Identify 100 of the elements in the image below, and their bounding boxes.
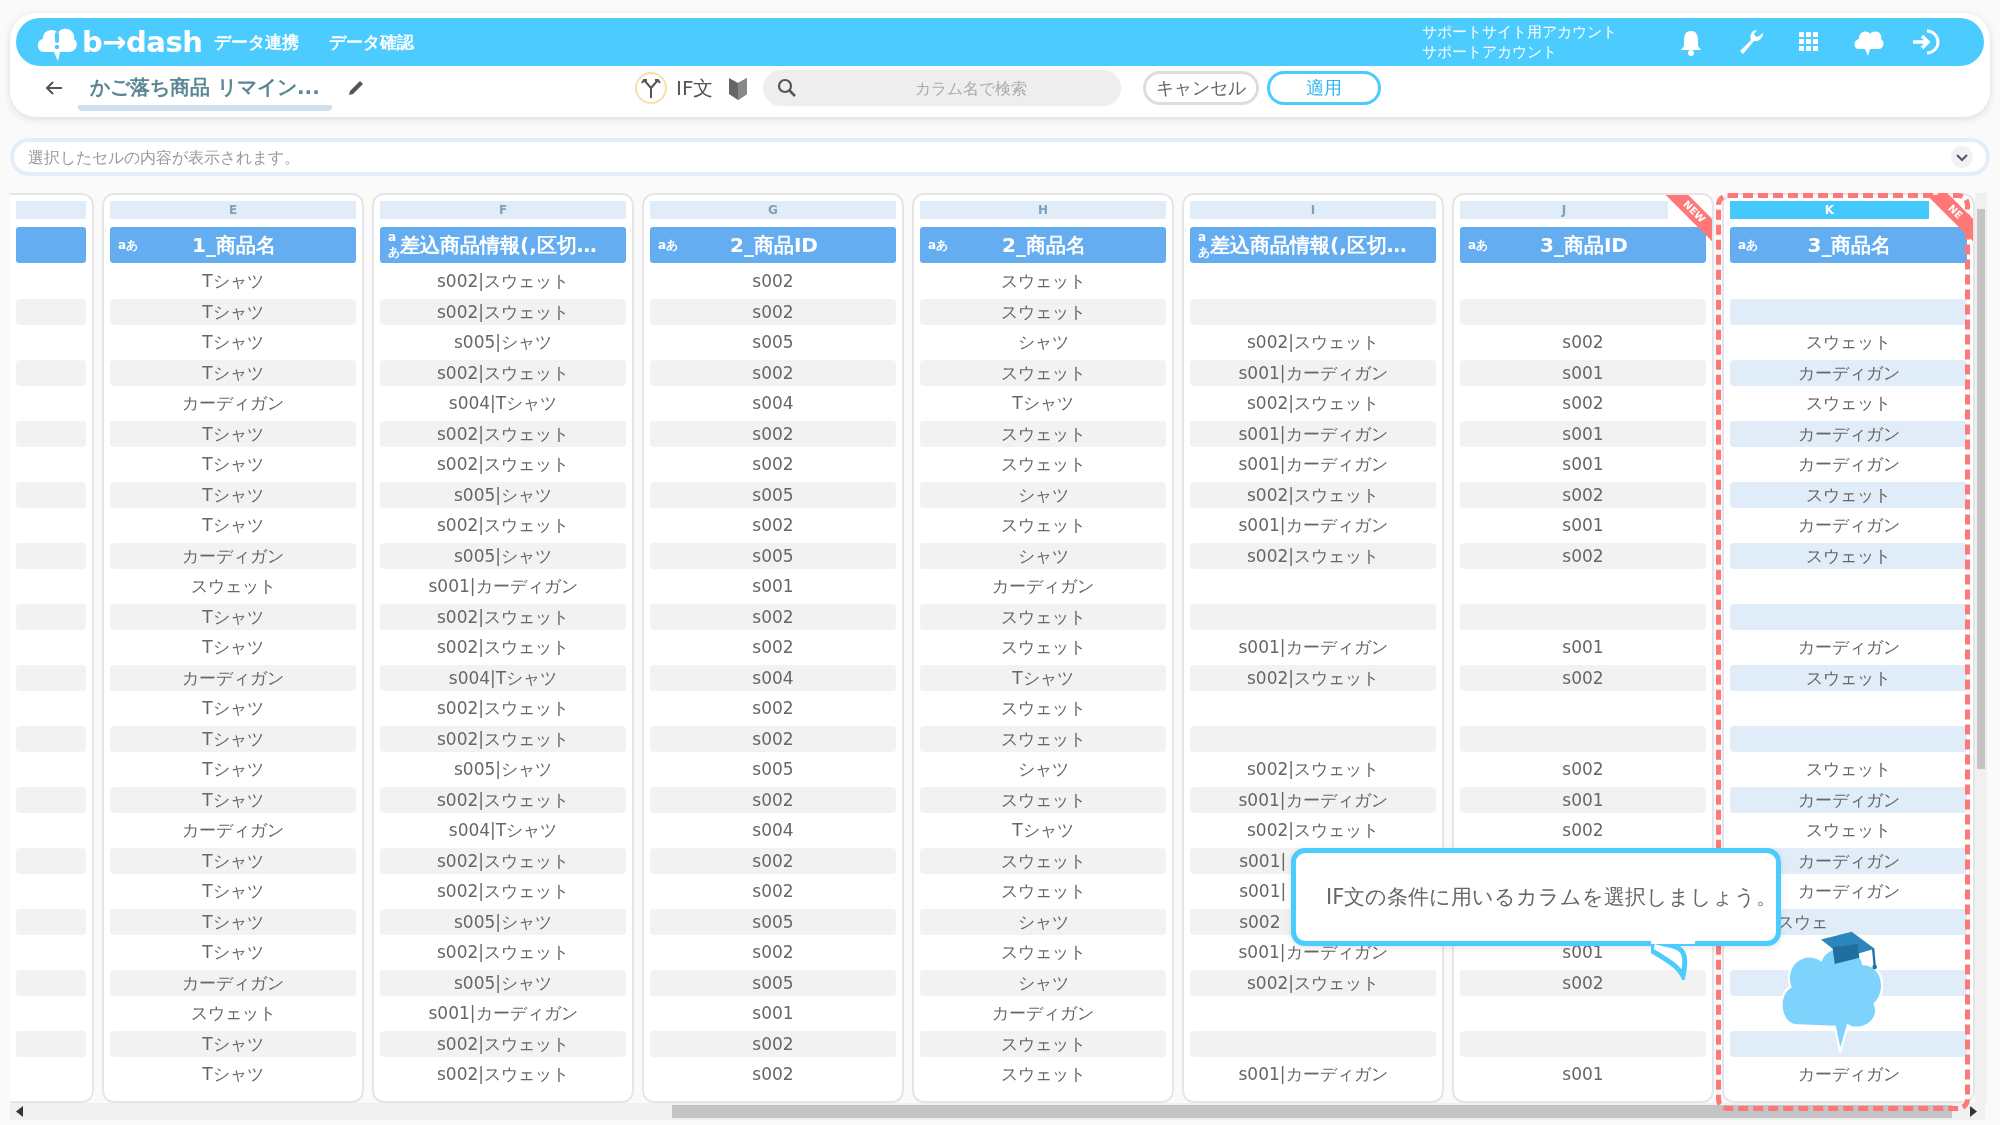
table-cell-text: s002 <box>752 270 794 294</box>
search-icon <box>777 78 798 98</box>
chevron-down-icon[interactable] <box>1950 145 1974 169</box>
table-cell-text: s004|Tシャツ <box>448 666 558 690</box>
table-cell-text: s002|スウェット <box>436 636 569 660</box>
table-cell-text: Tシャツ <box>202 422 264 446</box>
table-cell-text: Tシャツ <box>202 636 264 660</box>
table-cell-text: s002|スウェット <box>436 605 569 629</box>
scroll-right-icon[interactable] <box>1969 1106 1977 1117</box>
table-cell-text: s001| <box>1239 849 1287 873</box>
table-cell-text: s002 <box>752 300 794 324</box>
text-type-label: aあ <box>388 229 400 261</box>
table-cell-text: s002|スウェット <box>1246 483 1379 507</box>
table-cell-text: s002|スウェット <box>436 941 569 965</box>
table-cell-text: s001|カーディガン <box>1238 453 1388 477</box>
search-field[interactable]: カラム名で検索 <box>763 70 1122 106</box>
table-cell-text: シャツ <box>1017 971 1069 995</box>
table-cell-text: スウェット <box>1806 483 1891 507</box>
table-cell-text: s002 <box>1562 819 1604 843</box>
text-type-label: aあ <box>1738 236 1760 254</box>
table-cell-text: s001 <box>752 1002 794 1026</box>
table-cell-text: スウェット <box>1806 331 1891 355</box>
table-cell-text: Tシャツ <box>202 453 264 477</box>
table-cell-text: カーディガン <box>1797 636 1900 660</box>
column-header[interactable]: aあ 1_商品名 <box>110 227 356 263</box>
column-header[interactable]: aあ 2_商品ID <box>650 227 896 263</box>
table-cell-text: カーディガン <box>182 666 284 690</box>
beginner-mark-icon <box>727 75 750 101</box>
table-cell-text: s001 <box>1562 422 1604 446</box>
table-cell-text: s002|スウェット <box>436 1032 569 1056</box>
table-cell-text: s002 <box>752 422 794 446</box>
table-cell-text: s002 <box>1562 331 1604 355</box>
scroll-left-icon[interactable] <box>16 1106 24 1117</box>
column-letter[interactable]: E <box>110 201 356 219</box>
table-cell-text: スウェット <box>1806 666 1891 690</box>
logout-button[interactable] <box>1910 27 1942 57</box>
table-cell-text: スウェット <box>1000 727 1086 751</box>
table-cell-text: s002 <box>752 788 794 812</box>
column-name: 3_商品ID <box>1539 231 1629 259</box>
table-cell-text: s001|カーディガン <box>1238 788 1388 812</box>
table-cell-text: s002|スウェット <box>1246 544 1379 568</box>
table-cell-text: スウェット <box>1000 514 1086 538</box>
table-cell-text: s004 <box>752 392 794 416</box>
column-letter-bar <box>16 201 86 219</box>
column-letter[interactable]: G <box>650 201 896 219</box>
table-cell-text: s002 <box>752 941 794 965</box>
table-cell-text: s004 <box>752 666 794 690</box>
column-letter[interactable]: I <box>1190 201 1436 219</box>
table-cell-text: Tシャツ <box>202 1032 264 1056</box>
table-cell-text: Tシャツ <box>202 331 264 355</box>
column-header[interactable]: aあ 3_商品ID <box>1460 227 1706 263</box>
text-type-label: aあ <box>928 236 950 254</box>
column-letter[interactable]: K <box>1730 201 1929 219</box>
table-cell-text: スウェット <box>1000 361 1086 385</box>
table-cell-text: s002 <box>752 849 794 873</box>
table-cell-text: s001|カーディガン <box>428 575 578 599</box>
table-cell-text: Tシャツ <box>1012 392 1074 416</box>
table-cell-text: s002|スウェット <box>436 880 569 904</box>
table-cell-text: s005|シャツ <box>453 971 552 995</box>
table-cell-text: スウェット <box>1000 605 1086 629</box>
page-title[interactable]: かご落ち商品 リマイン... <box>78 73 332 111</box>
table-cell-text: s005 <box>752 331 794 355</box>
table-cell-text: s002 <box>752 1032 794 1056</box>
table-cell-text: Tシャツ <box>202 483 264 507</box>
column-header[interactable]: aあ 3_商品名 <box>1730 227 1967 263</box>
table-cell-text: カーディガン <box>182 819 284 843</box>
table-cell-text: s002|スウェット <box>1246 758 1379 782</box>
table-cell-text: スウェット <box>1000 1063 1086 1087</box>
table-cell-text: シャツ <box>1017 331 1069 355</box>
column-name: 2_商品名 <box>1001 231 1087 259</box>
table-cell-text: カーディガン <box>182 544 284 568</box>
table-cell-text: Tシャツ <box>202 697 264 721</box>
column-letter[interactable]: H <box>920 201 1166 219</box>
branch-icon[interactable] <box>634 71 668 105</box>
vertical-scrollbar[interactable] <box>1975 193 1987 1103</box>
table-cell-text: Tシャツ <box>202 605 264 629</box>
table-cell-text: Tシャツ <box>202 849 264 873</box>
column-letter[interactable]: J <box>1460 201 1668 219</box>
table-cell-text: スウェット <box>1000 788 1086 812</box>
table-cell-text: Tシャツ <box>202 788 264 812</box>
table-cell-text: s004|Tシャツ <box>448 392 558 416</box>
nav-link[interactable]: データ確認 <box>329 30 414 54</box>
column-header[interactable]: aあ 2_商品名 <box>920 227 1166 263</box>
table-cell-text: スウェット <box>190 575 276 599</box>
nav-link[interactable]: データ連携 <box>214 30 299 54</box>
logo-text: b→dash <box>82 25 203 59</box>
cell-content-field[interactable]: 選択したセルの内容が表示されます。 <box>10 138 1990 176</box>
table-cell-text: s002|スウェット <box>1246 971 1379 995</box>
table-cell-text: s002|スウェット <box>436 1063 569 1087</box>
table-cell-text: s002|スウェット <box>436 727 569 751</box>
column-letter[interactable]: F <box>380 201 626 219</box>
table-cell-text: s002 <box>1239 910 1281 934</box>
table-cell-text: s002|スウェット <box>1246 392 1379 416</box>
table-cell-text: s001 <box>1562 1063 1604 1087</box>
apply-button[interactable]: 適用 <box>1267 71 1382 105</box>
cancel-button[interactable]: キャンセル <box>1143 71 1260 105</box>
column-name: 2_商品ID <box>729 231 819 259</box>
table-cell-text: s004|Tシャツ <box>448 819 558 843</box>
table-cell-text: スウェット <box>190 1002 276 1026</box>
table-cell-text: Tシャツ <box>202 270 264 294</box>
